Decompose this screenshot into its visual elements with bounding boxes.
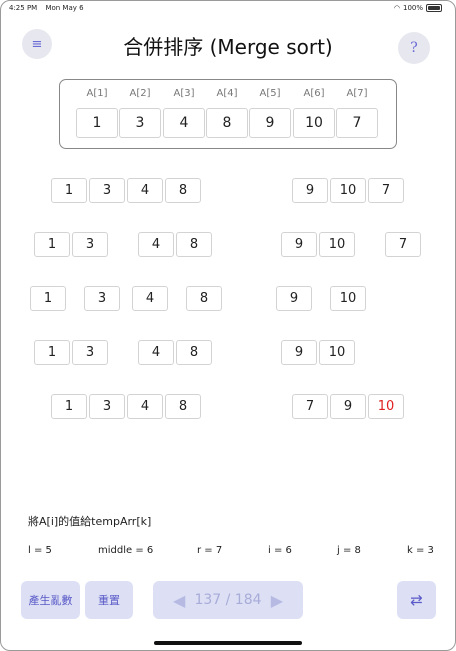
previous-step-button[interactable]: ◀ — [173, 591, 185, 610]
array-cell: 1 — [76, 108, 118, 138]
merge-cell: 10 — [319, 232, 355, 257]
merge-cell: 3 — [72, 232, 108, 257]
var-j: j = 8 — [337, 545, 361, 556]
merge-cell: 9 — [276, 286, 312, 311]
random-button[interactable]: 產生亂數 — [21, 581, 80, 619]
var-k: k = 3 — [407, 545, 434, 556]
home-indicator — [154, 641, 302, 645]
merge-cell: 1 — [30, 286, 66, 311]
merge-cell: 8 — [165, 394, 201, 419]
merge-cell: 7 — [368, 178, 404, 203]
merge-cell: 3 — [84, 286, 120, 311]
array-cell: 3 — [119, 108, 161, 138]
status-date: Mon May 6 — [45, 4, 84, 12]
merge-cell: 1 — [34, 232, 70, 257]
merge-cell: 10 — [330, 178, 366, 203]
index-label: A[6] — [303, 88, 325, 99]
merge-cell: 8 — [186, 286, 222, 311]
merge-cell: 9 — [330, 394, 366, 419]
merge-cell-highlighted: 10 — [368, 394, 404, 419]
status-time: 4:25 PM — [9, 4, 38, 12]
merge-cell: 8 — [176, 232, 212, 257]
index-label: A[3] — [173, 88, 195, 99]
merge-cell: 7 — [292, 394, 328, 419]
progress-counter: 137 / 184 — [194, 592, 262, 608]
merge-cell: 4 — [132, 286, 168, 311]
index-label: A[5] — [259, 88, 281, 99]
status-bar-left: 4:25 PM Mon May 6 — [9, 4, 84, 12]
swap-icon: ⇄ — [410, 591, 423, 609]
merge-cell: 4 — [138, 340, 174, 365]
merge-cell: 7 — [385, 232, 421, 257]
index-label: A[4] — [216, 88, 238, 99]
merge-cell: 8 — [176, 340, 212, 365]
status-bar-right: ◠ 100% — [394, 4, 442, 12]
merge-cell: 3 — [89, 178, 125, 203]
array-cell: 8 — [206, 108, 248, 138]
help-icon: ? — [410, 40, 418, 56]
merge-cell: 4 — [127, 178, 163, 203]
merge-cell: 3 — [89, 394, 125, 419]
swap-button[interactable]: ⇄ — [397, 581, 436, 619]
array-cell: 4 — [163, 108, 205, 138]
merge-cell: 4 — [127, 394, 163, 419]
next-step-button[interactable]: ▶ — [271, 591, 283, 610]
merge-cell: 9 — [281, 232, 317, 257]
reset-button[interactable]: 重置 — [85, 581, 133, 619]
var-i: i = 6 — [268, 545, 292, 556]
step-navigator: ◀ 137 / 184 ▶ — [153, 581, 303, 619]
var-middle: middle = 6 — [98, 545, 154, 556]
var-r: r = 7 — [197, 545, 223, 556]
wifi-icon: ◠ — [393, 4, 400, 12]
index-label: A[1] — [86, 88, 108, 99]
index-label: A[2] — [129, 88, 151, 99]
array-cell: 7 — [336, 108, 378, 138]
merge-cell: 10 — [319, 340, 355, 365]
merge-cell: 3 — [72, 340, 108, 365]
index-label: A[7] — [346, 88, 368, 99]
operation-description: 將A[i]的值給tempArr[k] — [28, 515, 152, 528]
merge-cell: 4 — [138, 232, 174, 257]
battery-icon — [426, 4, 442, 12]
merge-cell: 1 — [51, 178, 87, 203]
merge-cell: 9 — [281, 340, 317, 365]
array-cell: 10 — [293, 108, 335, 138]
array-cell: 9 — [249, 108, 291, 138]
var-l: l = 5 — [28, 545, 52, 556]
battery-percent: 100% — [402, 4, 423, 12]
merge-cell: 1 — [51, 394, 87, 419]
page-title: 合併排序 (Merge sort) — [123, 35, 333, 59]
merge-cell: 1 — [34, 340, 70, 365]
merge-cell: 9 — [292, 178, 328, 203]
merge-cell: 10 — [330, 286, 366, 311]
merge-cell: 8 — [165, 178, 201, 203]
help-button[interactable]: ? — [398, 32, 430, 64]
